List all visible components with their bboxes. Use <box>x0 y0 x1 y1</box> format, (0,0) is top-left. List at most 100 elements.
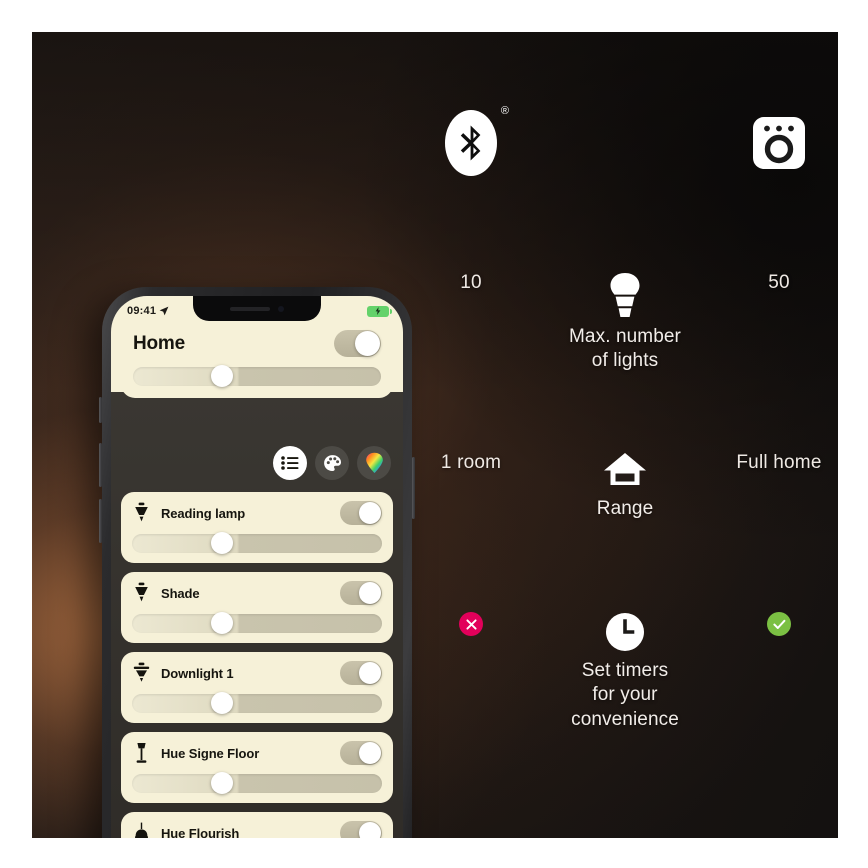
timers-label-line2: for your <box>592 684 658 706</box>
bulb-spot-icon <box>135 502 148 522</box>
status-bar-left: 09:41 <box>127 305 169 317</box>
light-toggle[interactable] <box>340 501 382 525</box>
timers-right-value-cell <box>720 612 838 636</box>
comparison-row-timers: Set timers for your convenience <box>412 612 838 732</box>
comparison-panel: ® 10 Max. number of lights 50 1 room Ran… <box>32 32 838 838</box>
max-lights-left-value: 10 <box>460 272 482 293</box>
max-lights-label: Max. number of lights <box>569 325 681 374</box>
clock-icon <box>606 613 644 651</box>
light-toggle-knob <box>359 582 381 604</box>
timers-unavailable-badge <box>459 612 483 636</box>
phone-mute-switch[interactable] <box>99 397 102 423</box>
home-power-toggle[interactable] <box>334 330 381 357</box>
palette-icon <box>323 454 341 471</box>
comparison-content: ® 10 Max. number of lights 50 1 room Ran… <box>412 32 838 838</box>
light-name: Reading lamp <box>161 505 246 521</box>
list-icon <box>281 456 299 470</box>
timers-left-value-cell <box>412 612 530 636</box>
comparison-row-range: 1 room Range Full home <box>412 452 838 521</box>
house-icon <box>604 453 646 485</box>
tab-lights-list[interactable] <box>273 446 307 480</box>
range-right-value-cell: Full home <box>720 452 838 474</box>
bluetooth-icon: ® <box>445 106 509 176</box>
screenshot-stage: ® 10 Max. number of lights 50 1 room Ran… <box>0 0 868 868</box>
header-left-cell: ® <box>412 106 530 176</box>
light-toggle-knob <box>359 502 381 524</box>
pendant-lamp-icon <box>135 822 148 838</box>
light-header-row: Shade <box>132 581 382 605</box>
tab-scenes[interactable] <box>315 446 349 480</box>
range-left-value-cell: 1 room <box>412 452 530 474</box>
check-icon <box>772 619 785 629</box>
max-lights-middle-cell: Max. number of lights <box>530 272 720 374</box>
light-name: Hue Flourish <box>161 825 240 839</box>
light-brightness-slider[interactable] <box>132 692 382 714</box>
light-toggle-knob <box>359 822 381 838</box>
light-brightness-slider-knob[interactable] <box>211 772 233 794</box>
light-header-row: Downlight 1 <box>132 661 382 685</box>
timers-label: Set timers for your convenience <box>571 659 679 732</box>
registered-trademark-mark: ® <box>500 105 509 117</box>
light-brightness-slider[interactable] <box>132 612 382 634</box>
light-toggle[interactable] <box>340 821 382 838</box>
range-right-value: Full home <box>736 452 822 473</box>
status-bar-time: 09:41 <box>127 305 157 317</box>
light-bulb-icon <box>610 273 640 317</box>
status-bar-right <box>367 305 392 317</box>
location-arrow-icon <box>159 306 169 316</box>
home-brightness-slider-knob[interactable] <box>211 365 234 387</box>
list-item[interactable]: Hue Flourish <box>121 812 393 838</box>
max-lights-label-line2: of lights <box>591 350 659 372</box>
light-toggle[interactable] <box>340 741 382 765</box>
light-brightness-slider-knob[interactable] <box>211 612 233 634</box>
light-brightness-slider[interactable] <box>132 772 382 794</box>
phone-mockup: 09:41 Home Reading lamp Shade Downlight … <box>99 287 415 838</box>
light-toggle-knob <box>359 742 381 764</box>
color-pin-icon <box>365 452 383 473</box>
page-title: Home <box>133 332 185 354</box>
light-toggle-knob <box>359 662 381 684</box>
lights-list: Reading lamp Shade Downlight 1 Hue Signe… <box>121 492 393 838</box>
max-lights-label-line1: Max. number <box>569 326 681 347</box>
home-power-toggle-knob <box>355 331 380 356</box>
bulb-spot-icon <box>135 582 148 602</box>
phone-body: 09:41 Home Reading lamp Shade Downlight … <box>99 287 415 838</box>
home-card-row: Home <box>133 330 381 357</box>
list-item[interactable]: Downlight 1 <box>121 652 393 723</box>
light-toggle[interactable] <box>340 581 382 605</box>
light-name: Downlight 1 <box>161 665 234 681</box>
light-header-row: Hue Flourish <box>132 821 382 838</box>
light-brightness-slider[interactable] <box>132 532 382 554</box>
range-middle-cell: Range <box>530 452 720 521</box>
phone-volume-down-button[interactable] <box>99 499 102 543</box>
hue-bridge-icon <box>753 117 805 169</box>
list-item[interactable]: Shade <box>121 572 393 643</box>
timers-middle-cell: Set timers for your convenience <box>530 612 720 732</box>
header-right-cell <box>720 115 838 171</box>
home-card: Home <box>121 322 393 398</box>
light-header-row: Reading lamp <box>132 501 382 525</box>
battery-charging-icon <box>367 305 392 317</box>
home-brightness-slider[interactable] <box>133 365 381 387</box>
range-label: Range <box>596 498 654 519</box>
list-item[interactable]: Reading lamp <box>121 492 393 563</box>
max-lights-right-value-cell: 50 <box>720 272 838 294</box>
close-icon <box>465 618 477 630</box>
phone-power-button[interactable] <box>412 457 415 519</box>
light-brightness-slider-knob[interactable] <box>211 532 233 554</box>
phone-screen: 09:41 Home Reading lamp Shade Downlight … <box>111 296 403 838</box>
range-left-value: 1 room <box>440 452 502 473</box>
status-bar: 09:41 <box>111 296 403 322</box>
light-brightness-slider-knob[interactable] <box>211 692 233 714</box>
bulb-downlight-icon <box>133 662 150 682</box>
phone-volume-up-button[interactable] <box>99 443 102 487</box>
timers-label-line1: Set timers <box>581 660 669 681</box>
tab-colors[interactable] <box>357 446 391 480</box>
max-lights-right-value: 50 <box>768 272 790 293</box>
max-lights-left-value-cell: 10 <box>412 272 530 294</box>
light-toggle[interactable] <box>340 661 382 685</box>
timers-label-line3: convenience <box>571 708 679 730</box>
light-name: Hue Signe Floor <box>161 745 260 761</box>
tab-bar <box>273 446 391 480</box>
list-item[interactable]: Hue Signe Floor <box>121 732 393 803</box>
